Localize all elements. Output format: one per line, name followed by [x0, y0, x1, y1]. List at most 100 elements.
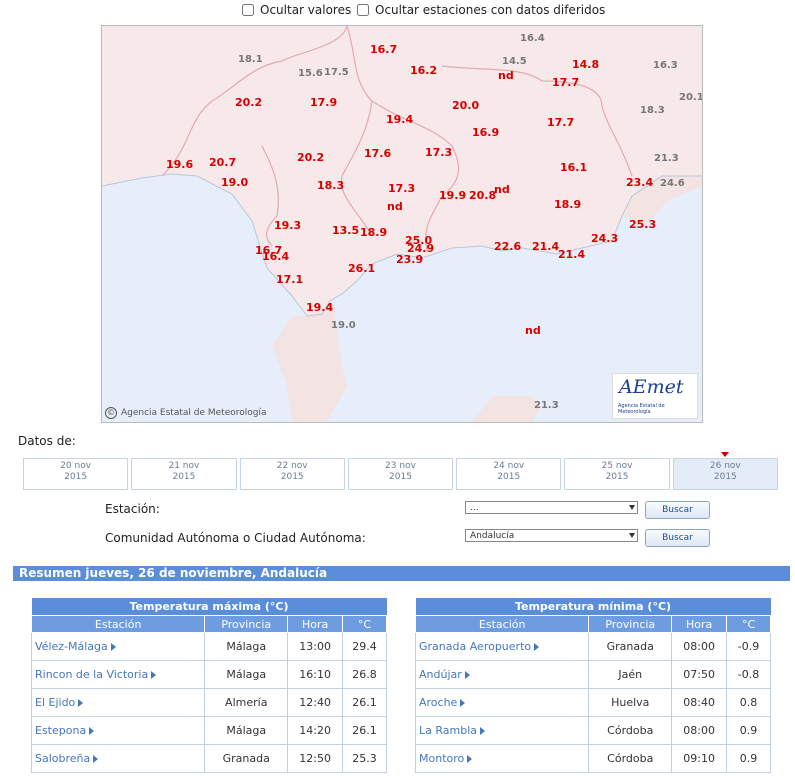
map-value[interactable]: 18.3 [317, 179, 344, 192]
map-value[interactable]: 23.4 [626, 176, 653, 189]
map-value[interactable]: 20.2 [235, 96, 262, 109]
station-link[interactable]: Granada Aeropuerto [414, 632, 590, 661]
table-row: Aroche Huelva 08:40 0.8 [414, 688, 771, 717]
map-value[interactable]: 16.4 [262, 250, 289, 263]
station-link[interactable]: Estepona [30, 716, 206, 745]
date-day: 22 nov [276, 461, 308, 471]
date-tab[interactable]: 20 nov 2015 [23, 458, 129, 490]
station-select[interactable]: ... [465, 501, 638, 514]
station-name: El Ejido [35, 696, 76, 709]
community-select[interactable]: Andalucía [465, 529, 638, 542]
map-value[interactable]: 20.8 [469, 189, 496, 202]
map-value[interactable]: 17.1 [276, 273, 303, 286]
map-value[interactable]: nd [387, 200, 403, 213]
station-link[interactable]: Andújar [414, 660, 590, 689]
map-value[interactable]: 21.4 [532, 240, 559, 253]
map-value[interactable]: 24.6 [660, 178, 685, 189]
map-value[interactable]: 21.3 [654, 153, 679, 164]
map-value[interactable]: 18.9 [554, 198, 581, 211]
map-value[interactable]: 19.4 [386, 113, 413, 126]
map-value[interactable]: 16.7 [370, 43, 397, 56]
map-value[interactable]: 13.5 [332, 224, 359, 237]
hide-stations-checkbox[interactable] [357, 4, 369, 16]
map-value[interactable]: 16.9 [472, 126, 499, 139]
map-value[interactable]: 17.3 [425, 146, 452, 159]
map-value[interactable]: 16.4 [520, 33, 545, 44]
map-value[interactable]: nd [525, 324, 541, 337]
station-name: Montoro [419, 752, 465, 765]
map-value[interactable]: 20.2 [297, 151, 324, 164]
map-value[interactable]: 19.3 [274, 219, 301, 232]
map-value[interactable]: 19.9 [439, 189, 466, 202]
aemet-logo[interactable]: AEmet Agencia Estatal de Meteorología [612, 373, 698, 419]
station-link[interactable]: El Ejido [30, 688, 206, 717]
map-value[interactable]: 20.0 [452, 99, 479, 112]
station-link[interactable]: Salobreña [30, 744, 206, 773]
station-name: Vélez-Málaga [35, 640, 108, 653]
date-year: 2015 [497, 472, 521, 482]
hide-values-checkbox[interactable] [242, 4, 254, 16]
map-value[interactable]: 18.9 [360, 226, 387, 239]
map-value[interactable]: 14.8 [572, 58, 599, 71]
map-value[interactable]: 17.7 [547, 116, 574, 129]
table-row: Rincon de la Victoria Málaga 16:10 26.8 [30, 660, 387, 689]
map-value[interactable]: 16.1 [560, 161, 587, 174]
table-row: Montoro Córdoba 09:10 0.9 [414, 744, 771, 773]
time-cell: 12:40 [287, 688, 344, 717]
station-link[interactable]: Montoro [414, 744, 590, 773]
map-value[interactable]: 21.3 [534, 400, 559, 411]
station-link[interactable]: Vélez-Málaga [30, 632, 206, 661]
date-tab[interactable]: 22 nov 2015 [239, 458, 345, 490]
date-day: 23 nov [385, 461, 416, 471]
map-value[interactable]: 17.7 [552, 76, 579, 89]
date-tab[interactable]: 24 nov 2015 [456, 458, 562, 490]
map-value[interactable]: 21.4 [558, 248, 585, 261]
map-value[interactable]: 20.1 [679, 92, 702, 103]
map-value[interactable]: 19.4 [306, 301, 333, 314]
map-value[interactable]: 19.6 [166, 158, 193, 171]
map-value[interactable]: nd [494, 183, 510, 196]
map-value[interactable]: 24.3 [591, 232, 618, 245]
map-value[interactable]: 18.1 [238, 54, 263, 65]
map-value[interactable]: 17.9 [310, 96, 337, 109]
province-cell: Málaga [204, 632, 289, 661]
arrow-right-icon [93, 755, 99, 763]
map-value[interactable]: 26.1 [348, 262, 375, 275]
map-value[interactable]: 25.3 [629, 218, 656, 231]
max-table-caption: Temperatura máxima (°C) [31, 598, 387, 616]
arrow-right-icon [78, 699, 84, 707]
map-value[interactable]: 15.6 [298, 68, 323, 79]
station-name: Estepona [35, 724, 87, 737]
date-tab[interactable]: 25 nov 2015 [564, 458, 670, 490]
hide-values-option[interactable]: Ocultar valores [242, 3, 351, 17]
map-value[interactable]: 17.6 [364, 147, 391, 160]
map-value[interactable]: 17.3 [388, 182, 415, 195]
temperature-map[interactable]: 16.7 14.5 16.4 14.8 18.1 15.6 17.5 16.2 nd 17.7 16… [101, 25, 703, 423]
date-tab[interactable]: 23 nov 2015 [347, 458, 454, 490]
map-value[interactable]: 23.9 [396, 253, 423, 266]
map-value[interactable]: 19.0 [221, 176, 248, 189]
date-year: 2015 [389, 472, 412, 482]
hide-stations-label: Ocultar estaciones con datos diferidos [375, 3, 606, 17]
column-header: Provincia [204, 615, 289, 633]
map-value[interactable]: 14.5 [502, 56, 527, 67]
map-value[interactable]: nd [498, 69, 514, 82]
date-tab[interactable]: 26 nov 2015 [672, 452, 778, 490]
column-header: Hora [287, 615, 344, 633]
map-value[interactable]: 20.7 [209, 156, 236, 169]
hide-stations-option[interactable]: Ocultar estaciones con datos diferidos [357, 3, 605, 17]
map-value[interactable]: 22.6 [494, 240, 521, 253]
arrow-right-icon [480, 727, 486, 735]
station-link[interactable]: Rincon de la Victoria [30, 660, 206, 689]
map-value[interactable]: 17.5 [324, 67, 349, 78]
map-value[interactable]: 16.3 [653, 60, 678, 71]
station-search-button[interactable]: Buscar [645, 501, 710, 519]
map-value[interactable]: 19.0 [331, 320, 356, 331]
date-tab[interactable]: 21 nov 2015 [131, 458, 237, 490]
station-link[interactable]: Aroche [414, 688, 590, 717]
map-value[interactable]: 16.2 [410, 64, 437, 77]
community-search-button[interactable]: Buscar [645, 529, 710, 547]
map-value[interactable]: 18.3 [640, 105, 665, 116]
province-cell: Málaga [204, 660, 289, 689]
station-link[interactable]: La Rambla [414, 716, 590, 745]
